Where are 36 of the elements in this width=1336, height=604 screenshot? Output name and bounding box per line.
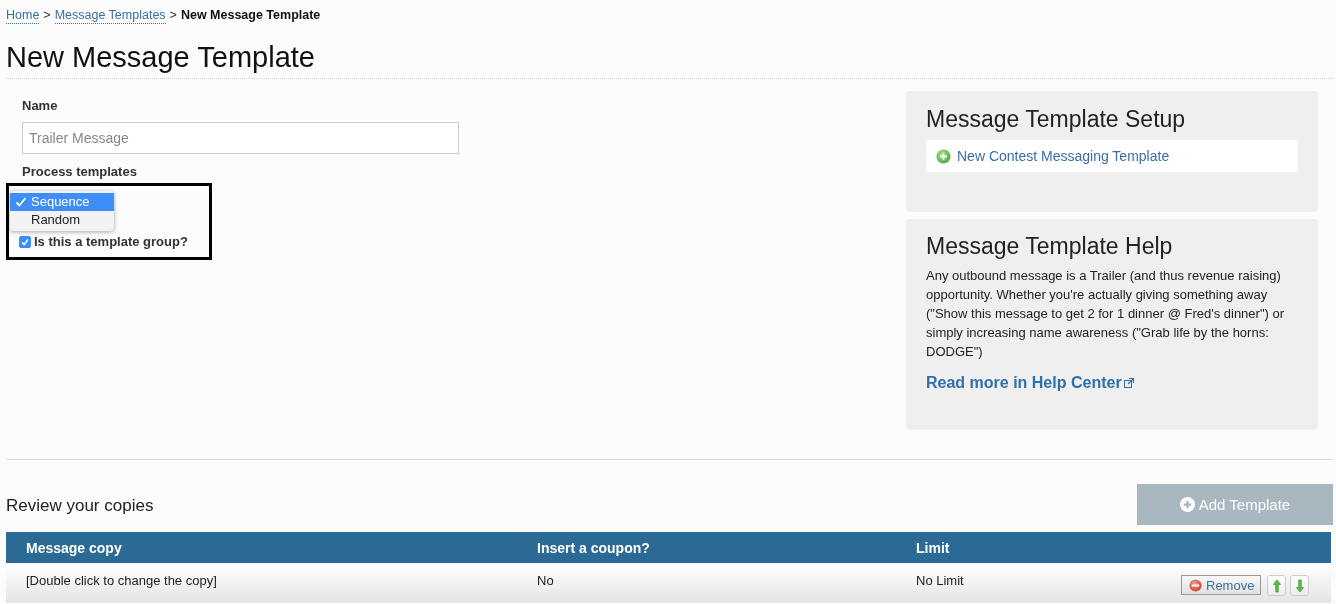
help-text: Any outbound message is a Trailer (and thus revenue raising) opportunity. Whether you're actually giving something away ("Show this message to get 2 for 1 dinner @ Fred's dinner") or simply increasing name awareness ("Grab life by the horns: DODGE")	[926, 267, 1285, 361]
section-title: Review your copies	[6, 494, 154, 517]
dropdown-option[interactable]: Sequence	[10, 193, 114, 211]
panel-title: Message Template Help	[926, 232, 1173, 260]
column-header: Insert a coupon?	[537, 539, 650, 556]
breadcrumb-current: New Message Template	[180, 7, 321, 23]
breadcrumb-link[interactable]: Home	[6, 7, 40, 24]
name-input[interactable]: Trailer Message	[22, 122, 459, 154]
page-title: New Message Template	[6, 40, 315, 75]
table-cell: [Double click to change the copy]	[26, 573, 217, 589]
move-down-button[interactable]	[1290, 575, 1310, 596]
checkbox-label: Is this a template group?	[34, 234, 188, 250]
dropdown-option[interactable]: Random	[10, 211, 114, 229]
column-header: Message copy	[26, 539, 122, 556]
help-center-link[interactable]: Read more in Help Center	[926, 373, 1134, 393]
up-arrow-icon	[1272, 578, 1281, 593]
move-up-button[interactable]	[1267, 575, 1287, 596]
checkbox[interactable]	[19, 236, 31, 248]
dropdown-menu[interactable]: Sequence Random	[10, 191, 114, 231]
down-arrow-icon	[1295, 578, 1304, 593]
field-label: Process templates	[22, 164, 137, 180]
panel-title: Message Template Setup	[926, 105, 1186, 133]
breadcrumb-separator: >	[169, 7, 177, 23]
minus-circle-icon	[1189, 578, 1202, 592]
plus-circle-icon	[936, 148, 951, 164]
table-cell: No Limit	[916, 573, 964, 589]
field-label: Name	[22, 98, 58, 114]
breadcrumb-link[interactable]: Message Templates	[54, 7, 166, 24]
plus-circle-icon	[1179, 497, 1195, 512]
remove-button[interactable]: Remove	[1181, 575, 1262, 595]
check-icon	[15, 196, 27, 208]
external-link-icon	[1123, 378, 1134, 388]
breadcrumb-separator: >	[43, 7, 51, 23]
table-cell: No	[537, 573, 554, 589]
column-header: Limit	[916, 539, 950, 556]
new-template-link[interactable]: New Contest Messaging Template	[926, 140, 1298, 172]
